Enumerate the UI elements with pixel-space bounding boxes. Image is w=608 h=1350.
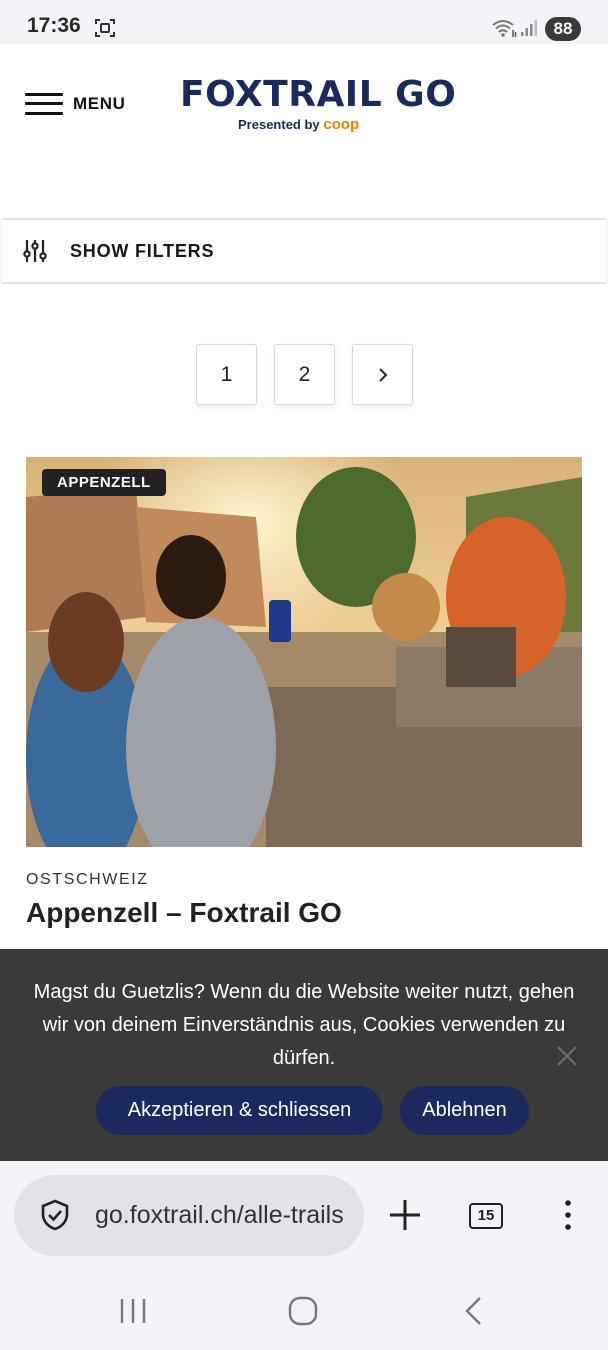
home-icon[interactable] (288, 1296, 318, 1326)
next-page-button[interactable] (352, 344, 413, 405)
shield-check-icon (41, 1199, 69, 1231)
phone-screen: 17:36 88 MENU FOXTRAIL GO Presented by c… (0, 0, 608, 1350)
system-nav-bar (0, 1271, 608, 1350)
hamburger-icon (25, 92, 63, 116)
chevron-right-icon (378, 367, 387, 382)
address-bar[interactable]: go.foxtrail.ch/alle-trails (14, 1175, 364, 1256)
status-bar: 17:36 88 (0, 0, 608, 44)
show-filters-label: SHOW FILTERS (70, 240, 215, 261)
coop-logo: coop (323, 116, 360, 133)
wifi-icon (492, 20, 517, 37)
close-icon[interactable] (556, 1045, 578, 1067)
header-spacer (0, 162, 608, 218)
page-button-1[interactable]: 1 (196, 344, 257, 405)
back-icon[interactable] (461, 1296, 485, 1326)
site-header: MENU FOXTRAIL GO Presented by coop (0, 44, 608, 162)
logo-presented-text: Presented by (238, 117, 320, 132)
logo-title: FOXTRAIL GO (180, 74, 457, 115)
battery-indicator: 88 (545, 17, 581, 41)
logo-presented-by: Presented by coop (238, 116, 359, 133)
show-filters-button[interactable]: SHOW FILTERS (2, 218, 606, 284)
accept-cookies-button[interactable]: Akzeptieren & schliessen (96, 1086, 383, 1135)
cookie-message: Magst du Guetzlis? Wenn du die Website w… (33, 981, 575, 1069)
reject-cookies-button[interactable]: Ablehnen (400, 1086, 529, 1135)
menu-label: MENU (73, 94, 126, 113)
url-text: go.foxtrail.ch/alle-trails (95, 1201, 344, 1229)
browser-toolbar: go.foxtrail.ch/alle-trails 15 (0, 1161, 608, 1271)
trail-title[interactable]: Appenzell – Foxtrail GO (26, 897, 342, 929)
trail-photo (26, 457, 582, 847)
trail-region: OSTSCHWEIZ (26, 871, 149, 888)
trail-list: 1 2 APPENZELL OSTSCHWEIZ Appenzell – Fox… (0, 284, 608, 949)
recent-apps-icon[interactable] (118, 1298, 148, 1324)
trail-image[interactable] (26, 457, 582, 847)
screen-record-icon (95, 19, 115, 37)
sliders-icon (23, 240, 47, 262)
page-button-2[interactable]: 2 (274, 344, 335, 405)
tab-count-button[interactable]: 15 (469, 1203, 503, 1229)
foxtrail-go-logo[interactable]: FOXTRAIL GO Presented by coop (180, 76, 456, 136)
more-options-icon[interactable] (556, 1197, 580, 1233)
cookie-banner: Magst du Guetzlis? Wenn du die Website w… (0, 949, 608, 1161)
pagination: 1 2 (196, 344, 413, 405)
signal-icon (521, 20, 537, 36)
region-badge: APPENZELL (42, 469, 166, 496)
menu-button[interactable]: MENU (25, 91, 125, 117)
status-time: 17:36 (27, 14, 81, 37)
new-tab-icon[interactable] (387, 1197, 423, 1233)
